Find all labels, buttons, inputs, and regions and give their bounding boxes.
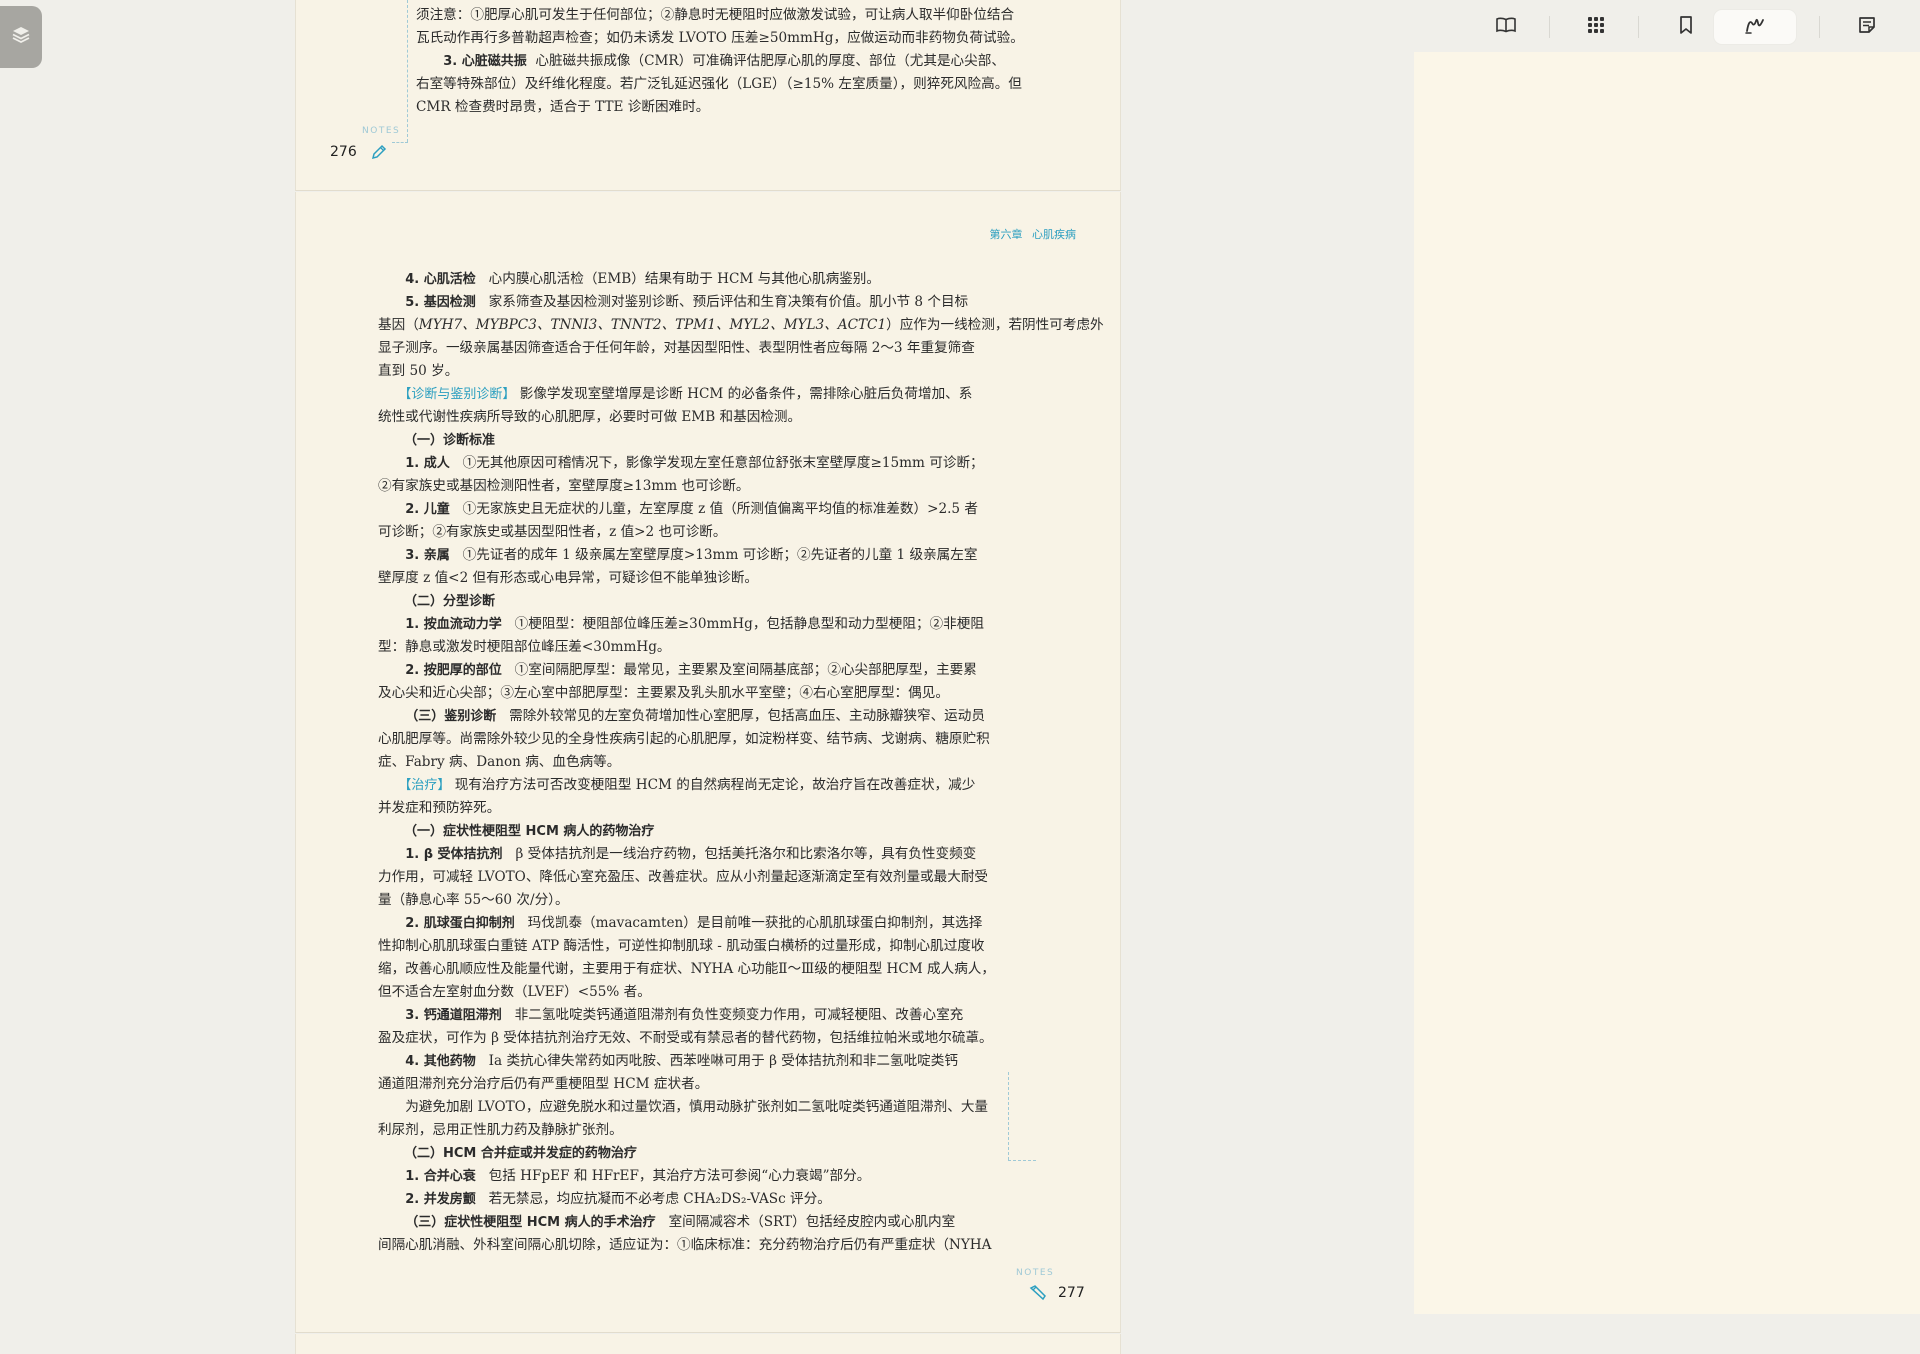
bookmark-icon [1678,15,1694,39]
section-heading: 【治疗】 [398,778,451,793]
handwriting-icon [1744,15,1766,39]
pencil-icon[interactable] [1028,1284,1048,1306]
text-line: 并发症和预防猝死。 [378,800,501,816]
book-page-next [295,1334,1121,1354]
reader-toolbar [1414,0,1920,52]
notes-margin-line [1008,1160,1036,1161]
handwriting-button[interactable] [1714,10,1796,44]
text-line: 【诊断与鉴别诊断】 影像学发现室壁增厚是诊断 HCM 的必备条件，需排除心脏后负… [398,386,973,402]
toolbar-divider [1549,16,1550,38]
text-line: 4. 其他药物 Ⅰa 类抗心律失常药如丙吡胺、西苯唑啉可用于 β 受体拮抗剂和非… [405,1053,958,1069]
text-line: 3. 心脏磁共振 心脏磁共振成像（CMR）可准确评估肥厚心肌的厚度、部位（尤其是… [443,53,1005,69]
text-line: 壁厚度 z 值<2 但有形态或心电异常，可疑诊但不能单独诊断。 [378,570,759,586]
text-line: 直到 50 岁。 [378,363,459,379]
text-line: 利尿剂，忌用正性肌力药及静脉扩张剂。 [378,1122,623,1138]
text-line: 为避免加剧 LVOTO，应避免脱水和过量饮酒，慎用动脉扩张剂如二氢吡啶类钙通道阻… [405,1099,989,1115]
text-line: 心肌肥厚等。尚需除外较少见的全身性疾病引起的心肌肥厚，如淀粉样变、结节病、戈谢病… [378,731,990,747]
sub-heading: （二）分型诊断 [404,594,496,609]
section-heading: 【诊断与鉴别诊断】 [398,387,516,402]
notes-margin-line [392,142,408,143]
page-number: 276 [330,144,357,160]
text-line: 1. 按血流动力学 ①梗阻型：梗阻部位峰压差≥30mmHg，包括静息型和动力型梗… [405,616,984,632]
text-line: 3. 钙通道阻滞剂 非二氢吡啶类钙通道阻滞剂有负性变频变力作用，可减轻梗阻、改善… [405,1007,964,1023]
text-line: CMR 检查费时昂贵，适合于 TTE 诊断困难时。 [416,99,710,115]
text-line: 但不适合左室射血分数（LVEF）<55% 者。 [378,984,651,1000]
text-line: 2. 肌球蛋白抑制剂 玛伐凯泰（mavacamten）是目前唯一获批的心肌肌球蛋… [405,915,983,931]
text-line: 右室等特殊部位）及纤维化程度。若广泛钆延迟强化（LGE）（≥15% 左室质量），… [416,76,1022,92]
text-line: （三）鉴别诊断 需除外较常见的左室负荷增加性心室肥厚，包括高血压、主动脉瓣狭窄、… [405,708,985,724]
text-line: 1. β 受体拮抗剂 β 受体拮抗剂是一线治疗药物，包括美托洛尔和比索洛尔等，具… [405,846,977,862]
grid-icon [1587,16,1605,38]
text-line: 间隔心肌消融、外科室间隔心肌切除，适应证为：①临床标准：充分药物治疗后仍有严重症… [378,1237,992,1253]
text-line: 瓦氏动作再行多普勒超声检查；如仍未诱发 LVOTO 压差≥50mmHg，应做运动… [416,30,1024,46]
text-line: 须注意：①肥厚心肌可发生于任何部位；②静息时无梗阻时应做激发试验，可让病人取半仰… [416,7,1015,23]
note-icon [1858,16,1876,38]
text-line: 4. 心肌活检 心内膜心肌活检（EMB）结果有助于 HCM 与其他心肌病鉴别。 [405,271,880,287]
book-view-button[interactable] [1484,10,1528,44]
text-line: 2. 按肥厚的部位 ①室间隔肥厚型：最常见，主要累及室间隔基底部；②心尖部肥厚型… [405,662,977,678]
text-line: 性抑制心肌肌球蛋白重链 ATP 酶活性，可逆性抑制肌球 - 肌动蛋白横桥的过量形… [378,938,985,954]
text-line: 2. 儿童 ①无家族史且无症状的儿童，左室厚度 z 值（所测值偏离平均值的标准差… [405,501,978,517]
sub-heading: （二）HCM 合并症或并发症的药物治疗 [404,1146,637,1161]
text-line: 盈及症状，可作为 β 受体拮抗剂治疗无效、不耐受或有禁忌者的替代药物，包括维拉帕… [378,1030,993,1046]
page-277-text: 4. 心肌活检 心内膜心肌活检（EMB）结果有助于 HCM 与其他心肌病鉴别。 … [378,268,1104,1257]
text-line: 型：静息或激发时梗阻部位峰压差<30mmHg。 [378,639,671,655]
bookmark-button[interactable] [1664,10,1708,44]
text-line: 1. 合并心衰 包括 HFpEF 和 HFrEF，其治疗方法可参阅“心力衰竭”部… [405,1168,871,1184]
text-line: ②有家族史或基因检测阳性者，室壁厚度≥13mm 也可诊断。 [378,478,750,494]
book-page-277: 第六章 心肌疾病 4. 心肌活检 心内膜心肌活检（EMB）结果有助于 HCM 与… [295,192,1121,1333]
text-line: 力作用，可减轻 LVOTO、降低心室充盈压、改善症状。应从小剂量起逐渐滴定至有效… [378,869,989,885]
open-book-icon [1495,16,1517,38]
text-line: 量（静息心率 55～60 次/分）。 [378,892,569,908]
text-line: 1. 成人 ①无其他原因可稽情况下，影像学发现左室任意部位舒张末室壁厚度≥15m… [405,455,984,471]
notes-margin-line [407,0,408,142]
text-line: 5. 基因检测 家系筛查及基因检测对鉴别诊断、预后评估和生育决策有价值。肌小节 … [405,294,969,310]
notes-panel [1414,52,1920,1314]
layers-button[interactable] [0,6,42,68]
page-number: 277 [1058,1285,1085,1301]
notes-margin-line [1008,1072,1009,1160]
notes-button[interactable] [1845,10,1889,44]
text-line: 及心尖和近心尖部；③左心室中部肥厚型：主要累及乳头肌水平室壁；④右心室肥厚型：偶… [378,685,949,701]
text-line: 显子测序。一级亲属基因筛查适合于任何年龄，对基因型阳性、表型阴性者应每隔 2～3… [378,340,975,356]
pencil-icon[interactable] [370,143,388,165]
grid-view-button[interactable] [1574,10,1618,44]
book-page-276: 须注意：①肥厚心肌可发生于任何部位；②静息时无梗阻时应做激发试验，可让病人取半仰… [295,0,1121,191]
text-line: 基因（MYH7、MYBPC3、TNNI3、TNNT2、TPM1、MYL2、MYL… [378,317,1104,333]
notes-label: NOTES [1016,1268,1055,1278]
text-line: （三）症状性梗阻型 HCM 病人的手术治疗 室间隔减容术（SRT）包括经皮腔内或… [405,1214,956,1230]
text-line: 【治疗】 现有治疗方法可否改变梗阻型 HCM 的自然病程尚无定论，故治疗旨在改善… [398,777,976,793]
sub-heading: （一）症状性梗阻型 HCM 病人的药物治疗 [404,824,655,839]
item-heading: 3. 心脏磁共振 [443,54,527,69]
text-line: 可诊断；②有家族史或基因型阳性者，z 值>2 也可诊断。 [378,524,727,540]
text-line: 症、Fabry 病、Danon 病、血色病等。 [378,754,621,770]
text-line: 2. 并发房颤 若无禁忌，均应抗凝而不必考虑 CHA₂DS₂-VASc 评分。 [405,1191,831,1207]
toolbar-divider [1819,16,1820,38]
text-line: 缩，改善心肌顺应性及能量代谢，主要用于有症状、NYHA 心功能Ⅱ～Ⅲ级的梗阻型 … [378,961,995,977]
toolbar-divider [1638,16,1639,38]
sub-heading: （一）诊断标准 [404,433,496,448]
text-line: 3. 亲属 ①先证者的成年 1 级亲属左室壁厚度>13mm 可诊断；②先证者的儿… [405,547,978,563]
text-line: 通道阻滞剂充分治疗后仍有严重梗阻型 HCM 症状者。 [378,1076,709,1092]
page-276-text: 须注意：①肥厚心肌可发生于任何部位；②静息时无梗阻时应做激发试验，可让病人取半仰… [416,4,1024,119]
notes-label: NOTES [362,126,401,136]
layers-icon [11,25,31,49]
running-head: 第六章 心肌疾病 [989,228,1077,241]
text-line: 统性或代谢性疾病所导致的心肌肥厚，必要时可做 EMB 和基因检测。 [378,409,802,425]
